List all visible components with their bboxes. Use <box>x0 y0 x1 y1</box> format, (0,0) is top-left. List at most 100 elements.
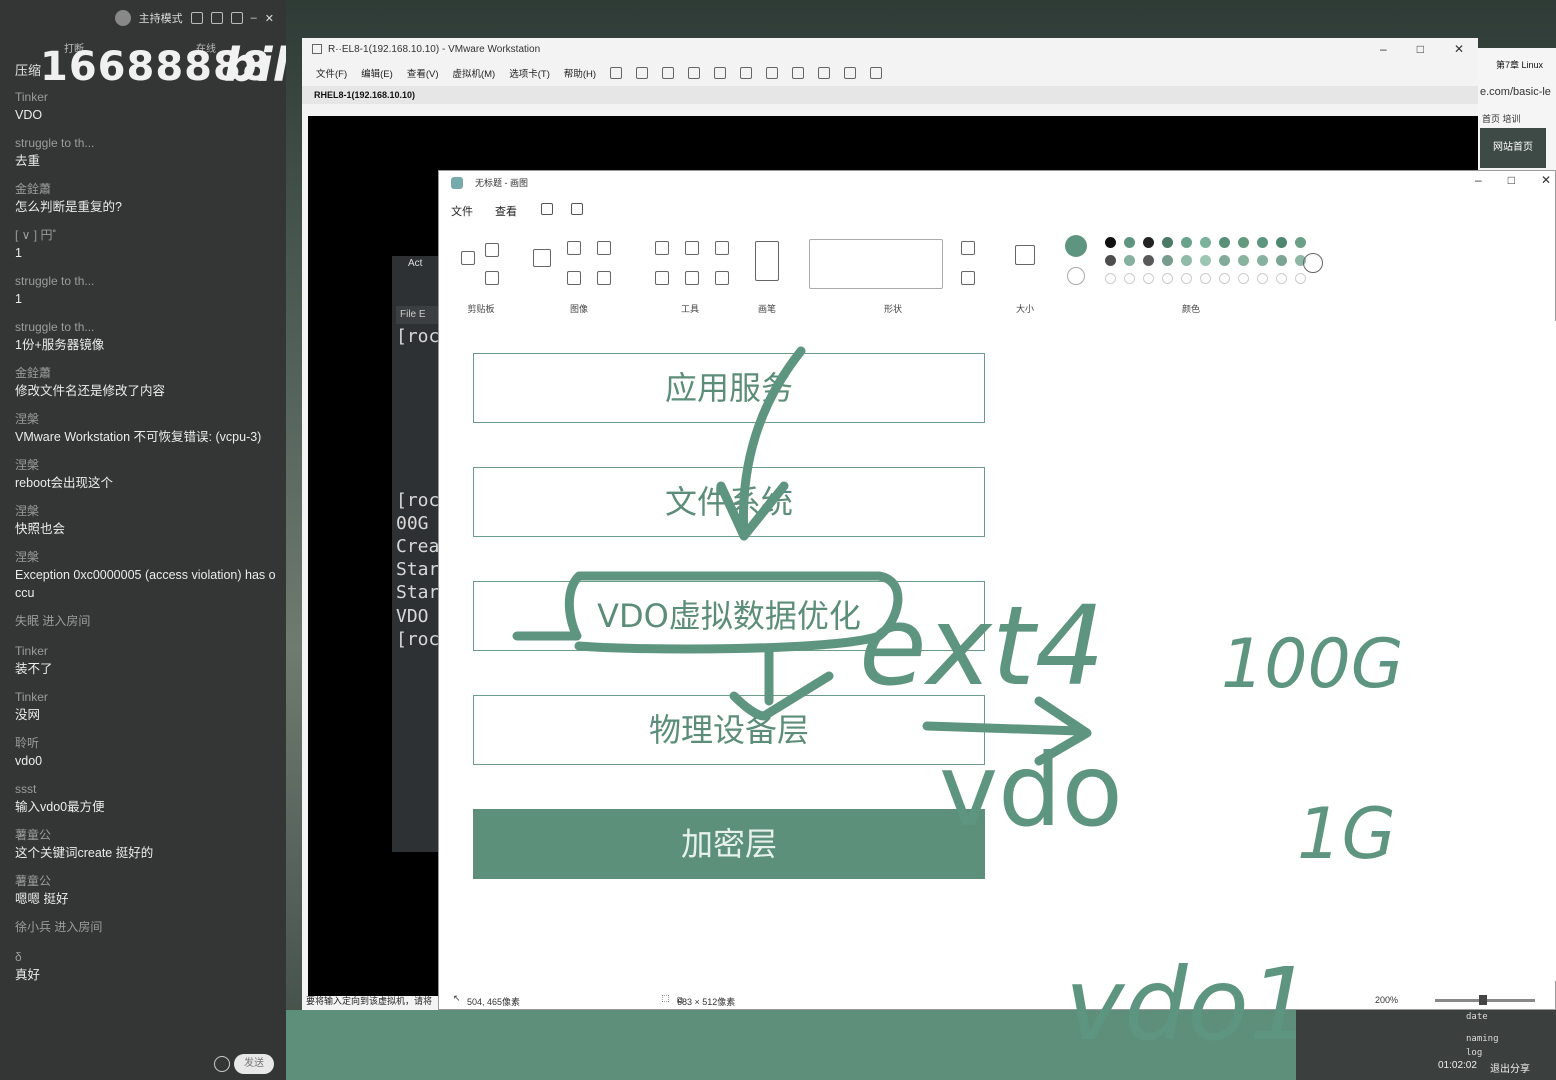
palette-swatch[interactable] <box>1162 255 1173 266</box>
paste-icon[interactable] <box>461 251 475 265</box>
chat-username[interactable]: 薯童公 <box>15 872 277 890</box>
vm-menu-vm[interactable]: 虚拟机(M) <box>452 66 495 80</box>
palette-swatch[interactable] <box>1181 255 1192 266</box>
fill-style-icon[interactable] <box>961 271 975 285</box>
vm-menu-tabs[interactable]: 选项卡(T) <box>509 66 550 80</box>
text-icon[interactable] <box>715 241 729 255</box>
palette-swatch[interactable] <box>1181 237 1192 248</box>
pencil-icon[interactable] <box>655 241 669 255</box>
palette-swatch[interactable] <box>1143 273 1154 284</box>
rotate-icon[interactable] <box>597 271 611 285</box>
chat-username[interactable]: 涅槃 <box>15 548 277 566</box>
outline-icon[interactable] <box>961 241 975 255</box>
palette-swatch[interactable] <box>1124 237 1135 248</box>
resize-icon[interactable] <box>597 241 611 255</box>
send-keys-icon[interactable] <box>636 67 649 79</box>
edit-colors-icon[interactable] <box>1303 253 1323 273</box>
color2-swatch[interactable] <box>1067 267 1085 285</box>
paint-menu-file[interactable]: 文件 <box>451 203 473 219</box>
chat-username[interactable]: 涅槃 <box>15 456 277 474</box>
select-icon[interactable] <box>533 249 551 267</box>
paint-minimize-button[interactable]: – <box>1475 173 1482 187</box>
palette-swatch[interactable] <box>1276 273 1287 284</box>
vm-menu-help[interactable]: 帮助(H) <box>564 66 596 80</box>
palette-swatch[interactable] <box>1181 273 1192 284</box>
paint-maximize-button[interactable]: □ <box>1508 173 1515 187</box>
vm-menu-file[interactable]: 文件(F) <box>316 66 347 80</box>
chat-username[interactable]: 薯童公 <box>15 826 277 844</box>
chat-username[interactable]: 聆听 <box>15 734 277 752</box>
paint-menu-view[interactable]: 查看 <box>495 203 517 219</box>
paint-canvas[interactable]: 应用服务 文件系统 VDO虚拟数据优化 物理设备层 加密层 ext4 vdo 1… <box>439 321 1556 1055</box>
palette-swatch[interactable] <box>1257 273 1268 284</box>
remove-bg-icon[interactable] <box>567 271 581 285</box>
vm-tab[interactable]: RHEL8-1(192.168.10.10) <box>314 90 415 100</box>
palette-swatch[interactable] <box>1219 255 1230 266</box>
chat-username[interactable]: δ <box>15 948 277 966</box>
palette-swatch[interactable] <box>1143 237 1154 248</box>
browser-nav[interactable]: 首页 培训 <box>1482 112 1521 125</box>
browser-url[interactable]: e.com/basic-le <box>1480 86 1551 98</box>
minimize-button[interactable]: – <box>251 12 257 24</box>
menu-icon[interactable] <box>230 12 243 24</box>
palette-swatch[interactable] <box>1162 273 1173 284</box>
chat-username[interactable]: Tinker <box>15 642 277 660</box>
palette-swatch[interactable] <box>1257 255 1268 266</box>
snapshot-manager-icon[interactable] <box>714 67 727 79</box>
browser-tab-title[interactable]: 第7章 Linux <box>1496 58 1543 71</box>
fill-icon[interactable] <box>685 241 699 255</box>
paint-close-button[interactable]: ✕ <box>1541 173 1551 187</box>
send-button[interactable]: 发送 <box>234 1054 274 1074</box>
vm-minimize-button[interactable]: – <box>1380 42 1387 56</box>
zoom-slider-thumb[interactable] <box>1479 995 1487 1005</box>
chat-username[interactable]: 金銓蕭 <box>15 364 277 382</box>
crop-icon[interactable] <box>567 241 581 255</box>
pause-icon[interactable] <box>610 67 623 79</box>
palette-swatch[interactable] <box>1238 255 1249 266</box>
popout-icon[interactable] <box>210 12 223 24</box>
palette-swatch[interactable] <box>1257 237 1268 248</box>
palette-swatch[interactable] <box>1200 237 1211 248</box>
vm-menu-view[interactable]: 查看(V) <box>407 66 439 80</box>
palette-swatch[interactable] <box>1124 255 1135 266</box>
emoji-icon[interactable] <box>214 1056 230 1072</box>
palette-swatch[interactable] <box>1200 255 1211 266</box>
palette-swatch[interactable] <box>1105 237 1116 248</box>
revert-snapshot-icon[interactable] <box>688 67 701 79</box>
thumbnail-icon[interactable] <box>766 67 779 79</box>
palette-swatch[interactable] <box>1219 273 1230 284</box>
vm-menu-edit[interactable]: 编辑(E) <box>361 66 393 80</box>
palette-swatch[interactable] <box>1295 237 1306 248</box>
cut-icon[interactable] <box>485 243 499 257</box>
stretch-icon[interactable] <box>870 67 883 79</box>
eraser-icon[interactable] <box>655 271 669 285</box>
color1-swatch[interactable] <box>1065 235 1087 257</box>
palette-swatch[interactable] <box>1162 237 1173 248</box>
palette-swatch[interactable] <box>1200 273 1211 284</box>
copy-icon[interactable] <box>485 271 499 285</box>
undo-icon[interactable] <box>571 203 583 215</box>
vm-close-button[interactable]: ✕ <box>1454 42 1464 56</box>
palette-swatch[interactable] <box>1143 255 1154 266</box>
palette-swatch[interactable] <box>1295 273 1306 284</box>
website-home-button[interactable]: 网站首页 <box>1480 128 1546 168</box>
chat-username[interactable]: Tinker <box>15 688 277 706</box>
palette-swatch[interactable] <box>1124 273 1135 284</box>
chat-username[interactable]: [ ∨ ] 円˚ <box>15 226 277 244</box>
palette-swatch[interactable] <box>1105 273 1116 284</box>
stroke-size-icon[interactable] <box>1015 245 1035 265</box>
palette-swatch[interactable] <box>1105 255 1116 266</box>
color-picker-icon[interactable] <box>685 271 699 285</box>
chat-username[interactable]: 金銓蕭 <box>15 180 277 198</box>
palette-swatch[interactable] <box>1238 273 1249 284</box>
console-icon[interactable] <box>844 67 857 79</box>
chat-username[interactable]: 涅槃 <box>15 410 277 428</box>
chat-username[interactable]: ssst <box>15 780 277 798</box>
exit-share-button[interactable]: 退出分享 <box>1490 1060 1530 1075</box>
palette-swatch[interactable] <box>1276 237 1287 248</box>
snapshot-icon[interactable] <box>662 67 675 79</box>
save-icon[interactable] <box>541 203 553 215</box>
vm-maximize-button[interactable]: □ <box>1417 42 1424 56</box>
chat-username[interactable]: struggle to th... <box>15 318 277 336</box>
chat-username[interactable]: struggle to th... <box>15 134 277 152</box>
